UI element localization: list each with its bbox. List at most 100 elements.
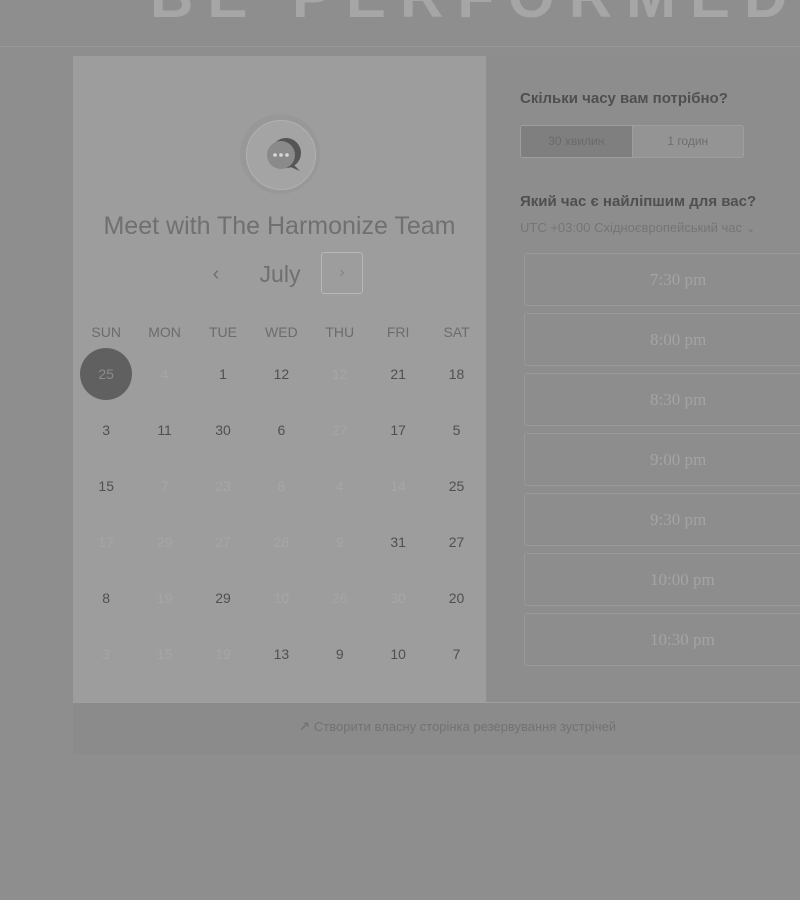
time-slot-button[interactable]: 7:30 pm [524,253,800,306]
calendar-day: 9 [311,514,369,570]
calendar-day[interactable]: 1 [194,346,252,402]
calendar-day-number: 29 [215,590,231,606]
calendar-day[interactable]: 25 [427,458,485,514]
calendar-day[interactable]: 15 [77,458,135,514]
calendar-day-number: 10 [390,646,406,662]
calendar-day[interactable]: 9 [311,626,369,682]
booking-panel: Скільки часу вам потрібно? 30 хвилин 1 г… [487,56,800,702]
calendar-week-row: 15 7 23 8 4 14 25 [77,458,486,514]
calendar-day: 28 [252,514,310,570]
calendar-day[interactable]: 10 [369,626,427,682]
calendar-day-number: 19 [156,590,173,606]
calendar-day[interactable]: 13 [252,626,310,682]
calendar-day: 19 [135,570,193,626]
chevron-down-icon: ⌄ [745,223,756,235]
calendar-day-number: 4 [335,478,344,494]
day-of-week-label: THU [325,324,355,340]
time-slot-button[interactable]: 9:30 pm [524,493,800,546]
day-of-week-label: MON [148,324,181,340]
calendar-day-number: 10 [273,590,290,606]
calendar-day: 30 [369,570,427,626]
background-heading: BE PERFORMED [150,0,800,31]
time-slot-button[interactable]: 10:00 pm [524,553,800,606]
calendar-day[interactable]: 17 [369,402,427,458]
calendar-day: 19 [194,626,252,682]
calendar-day-number: 12 [273,366,290,382]
day-of-week-label: SUN [91,324,121,340]
calendar-day-number: 30 [390,590,406,606]
duration-1-hour-button[interactable]: 1 годин [632,126,743,157]
calendar-day[interactable]: 11 [135,402,193,458]
calendar-day[interactable]: 21 [369,346,427,402]
sprocket-icon: ↗ [299,719,310,734]
time-slot-list[interactable]: 7:30 pm 8:00 pm 8:30 pm 9:00 pm 9:30 pm 10:00… [524,253,800,666]
calendar-day-number: 30 [215,422,231,438]
calendar-day-number: 3 [102,646,111,662]
calendar-day-number: 21 [390,366,406,382]
calendar-day: 10 [252,570,310,626]
calendar-day: 26 [311,570,369,626]
calendar-day[interactable]: 29 [194,570,252,626]
duration-30-min-button[interactable]: 30 хвилин [521,126,633,157]
day-of-week-label: FRI [386,324,410,340]
time-slot-button[interactable]: 8:30 pm [524,373,800,426]
calendar-day-number: 13 [273,646,290,662]
avatar-ring [246,120,316,190]
calendar-day: 4 [135,346,193,402]
calendar-day[interactable]: 8 [77,570,135,626]
calendar-day-number: 9 [335,646,344,662]
day-of-week-label: SAT [443,324,470,340]
calendar-day[interactable]: 12 [252,346,310,402]
calendar-day: 23 [194,458,252,514]
time-slot-button[interactable]: 8:00 pm [524,313,800,366]
calendar-day-number: 9 [335,534,344,550]
calendar-day[interactable]: 18 [427,346,485,402]
calendar-day-number: 19 [215,646,231,662]
calendar-day-number: 26 [331,590,348,606]
calendar-panel: Meet with The Harmonize Team ‹ July › SU… [73,56,486,702]
calendar-day-number: 3 [102,422,111,438]
calendar-day-number: 5 [452,422,461,438]
team-avatar [240,114,320,194]
calendar-day: 8 [252,458,310,514]
time-slot-button[interactable]: 10:30 pm [524,613,800,666]
calendar-day: 7 [135,458,193,514]
day-of-week-label: WED [265,324,298,340]
calendar-day-number: 15 [156,646,173,662]
calendar-day[interactable]: 6 [252,402,310,458]
calendar-day-number: 27 [331,422,348,438]
calendar-day[interactable]: 27 [427,514,485,570]
time-question: Який час є найліпшим для вас? [520,193,757,210]
calendar-day[interactable]: 7 [427,626,485,682]
next-month-button[interactable]: › [321,252,363,294]
calendar-day-number: 6 [277,422,286,438]
background-divider [0,46,800,47]
calendar-day-number: 7 [452,646,461,662]
timezone-label: UTC +03:00 Східноєвропейський час [520,220,742,235]
prev-month-button[interactable]: ‹ [201,256,231,292]
calendar-day-selected[interactable]: 25 [77,346,135,402]
calendar-week-row: 3 11 30 6 27 17 5 [77,402,486,458]
calendar-day: 12 [311,346,369,402]
calendar-day[interactable]: 31 [369,514,427,570]
calendar-day-number: 25 [80,348,133,400]
calendar-grid: SUN MON TUE WED THU FRI SAT 25 4 1 12 12 21 18 3 11 30 6… [77,318,486,682]
month-label: July [259,261,301,287]
calendar-day[interactable]: 3 [77,402,135,458]
day-of-week-header: SUN MON TUE WED THU FRI SAT [77,318,486,346]
calendar-day[interactable]: 20 [427,570,485,626]
calendar-day-number: 29 [156,534,173,550]
duration-toggle: 30 хвилин 1 годин [520,125,744,158]
calendar-day: 29 [135,514,193,570]
calendar-day-number: 7 [160,478,169,494]
calendar-day-number: 18 [448,366,465,382]
calendar-day-number: 11 [157,422,172,438]
calendar-day[interactable]: 5 [427,402,485,458]
calendar-day-number: 8 [102,590,111,606]
calendar-day[interactable]: 30 [194,402,252,458]
timezone-select[interactable]: UTC +03:00 Східноєвропейський час ⌄ [520,220,755,235]
calendar-day: 17 [77,514,135,570]
create-booking-page-link[interactable]: ↗ Створити власну сторінка резервування з… [299,719,616,735]
time-slot-button[interactable]: 9:00 pm [524,433,800,486]
calendar-day-number: 8 [277,478,286,494]
